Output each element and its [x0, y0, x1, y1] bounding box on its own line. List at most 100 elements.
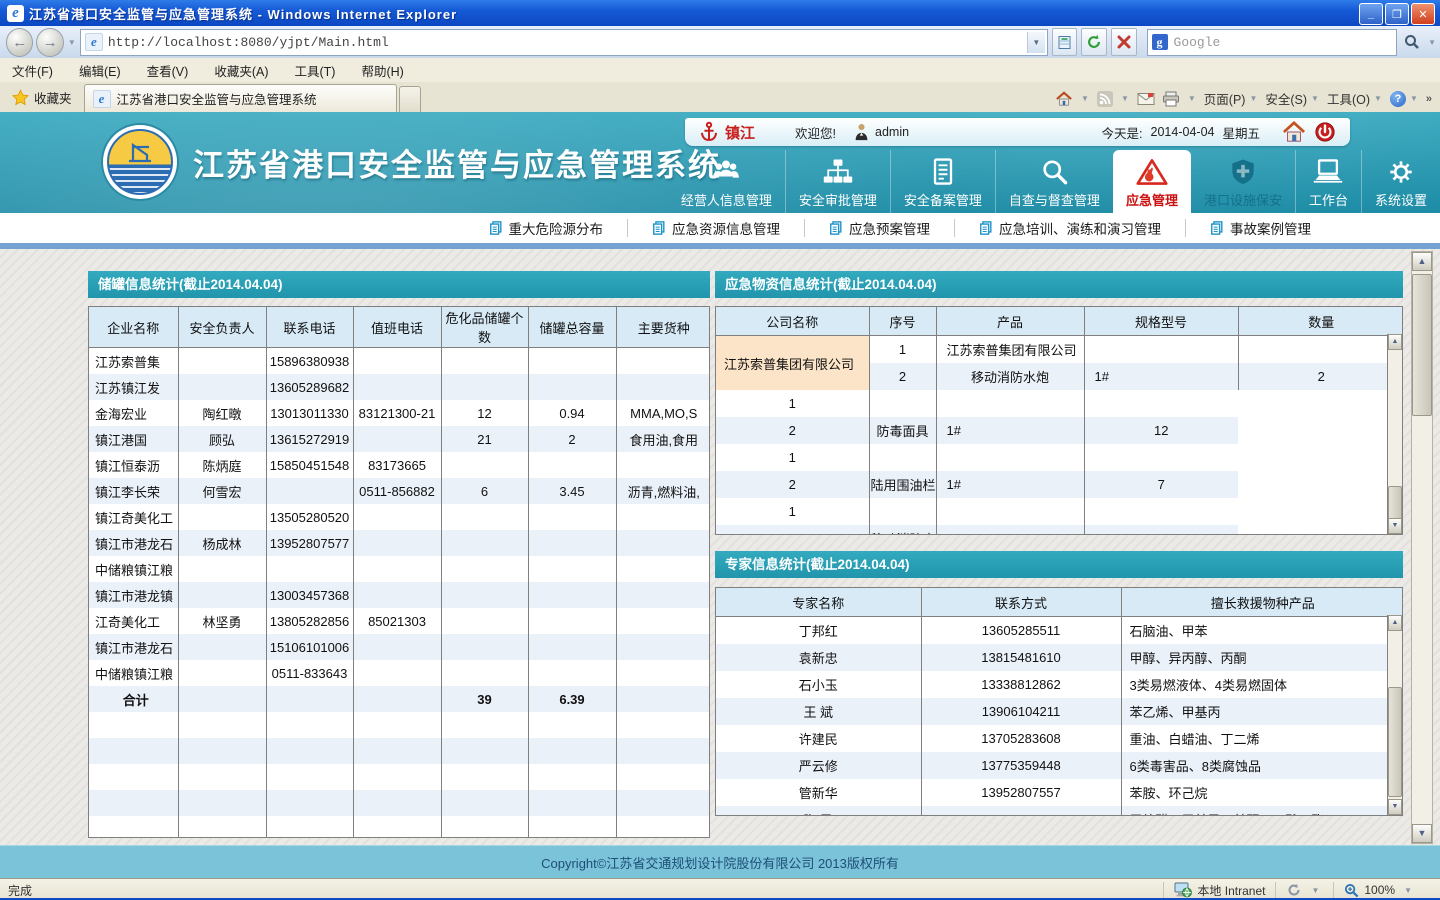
scroll-down-button[interactable]: ▼ — [1388, 518, 1402, 534]
column-header: 产品 — [936, 307, 1084, 336]
table-row — [89, 764, 710, 790]
home-button[interactable] — [1055, 91, 1073, 107]
user-avatar-icon — [854, 123, 869, 141]
doc-small-icon — [1210, 221, 1224, 235]
subnav-item-3[interactable]: 应急预案管理 — [804, 219, 954, 237]
doc-small-icon — [489, 221, 503, 235]
people-icon — [710, 155, 742, 189]
scroll-track[interactable] — [1388, 348, 1402, 520]
close-button[interactable]: ✕ — [1411, 3, 1435, 25]
scroll-down-button[interactable]: ▼ — [1388, 799, 1402, 815]
new-tab-stub[interactable] — [399, 86, 421, 112]
nav-item-label: 经营人信息管理 — [681, 190, 772, 209]
address-bar: ← → ▼ e http://localhost:8080/yjpt/Main.… — [0, 26, 1440, 59]
search-box[interactable]: g Google — [1147, 29, 1397, 56]
subnav-item-1[interactable]: 重大危险源分布 — [465, 219, 628, 237]
subnav-item-4[interactable]: 应急培训、演练和演习管理 — [954, 219, 1185, 237]
gear-icon — [1385, 155, 1417, 189]
scroll-thumb[interactable] — [1388, 486, 1402, 520]
mail-icon — [1137, 92, 1155, 106]
refresh-button[interactable] — [1081, 28, 1107, 56]
table-row: 镇江市港龙石15106101006 — [89, 634, 710, 660]
supplies-panel: 应急物资信息统计(截止2014.04.04) 公司名称序号产品规格型号数量 江苏… — [715, 271, 1403, 535]
region-label: 镇江 — [725, 122, 755, 143]
menu-bar: 文件(F) 编辑(E) 查看(V) 收藏夹(A) 工具(T) 帮助(H) — [0, 58, 1440, 83]
home-shortcut-button[interactable] — [1282, 121, 1306, 143]
protected-mode-control[interactable]: ▼ — [1275, 882, 1333, 898]
nav-item-1[interactable]: 经营人信息管理 — [668, 150, 785, 213]
mail-button[interactable] — [1137, 92, 1155, 106]
experts-scrollbar[interactable]: ▲ ▼ — [1387, 615, 1402, 815]
scroll-thumb[interactable] — [1412, 274, 1432, 416]
table-row: 2防毒面具1#12 — [716, 417, 1403, 444]
supplies-scrollbar[interactable]: ▲ ▼ — [1387, 334, 1402, 534]
menu-item-6[interactable]: 帮助(H) — [361, 61, 403, 80]
window-title: 江苏省港口安全监管与应急管理系统 - Windows Internet Expl… — [29, 4, 457, 23]
url-dropdown-icon[interactable]: ▼ — [1027, 32, 1045, 53]
logout-button[interactable] — [1314, 121, 1336, 143]
nav-item-4[interactable]: 自查与督查管理 — [995, 150, 1113, 213]
doc-small-icon — [979, 221, 993, 235]
nav-item-7[interactable]: 工作台 — [1295, 150, 1361, 213]
table-row: 丁邦红13605285511石脑油、甲苯 — [716, 617, 1403, 645]
nav-item-6[interactable]: 港口设施保安 — [1191, 150, 1295, 213]
home-dropdown-icon[interactable]: ▼ — [1081, 94, 1089, 103]
restore-button[interactable]: ❐ — [1385, 3, 1409, 25]
scroll-track[interactable] — [1412, 269, 1432, 826]
print-dropdown-icon[interactable]: ▼ — [1188, 94, 1196, 103]
feeds-button[interactable] — [1097, 91, 1113, 107]
compatibility-button[interactable] — [1052, 28, 1078, 56]
nav-item-2[interactable]: 安全审批管理 — [785, 150, 890, 213]
scroll-down-button[interactable]: ▼ — [1412, 824, 1432, 843]
site-logo — [103, 125, 177, 199]
security-menu[interactable]: 安全(S)▼ — [1265, 89, 1320, 108]
print-button[interactable] — [1162, 91, 1180, 107]
menu-item-3[interactable]: 查看(V) — [147, 61, 189, 80]
table-row: 江奇美化工林坚勇1380528285685021303 — [89, 608, 710, 634]
page-content: 储罐信息统计(截止2014.04.04) 企业名称安全负责人联系电话值班电话危化… — [0, 249, 1440, 845]
subnav-item-label: 重大危险源分布 — [509, 218, 604, 238]
menu-item-1[interactable]: 文件(F) — [12, 61, 53, 80]
status-text: 完成 — [0, 882, 32, 899]
page-menu[interactable]: 页面(P)▼ — [1204, 89, 1259, 108]
table-row: 合计396.39 — [89, 686, 710, 712]
column-header: 序号 — [869, 307, 936, 336]
history-dropdown-icon[interactable]: ▼ — [68, 38, 76, 47]
help-menu[interactable]: ?▼ — [1390, 91, 1419, 107]
stop-button[interactable] — [1111, 28, 1137, 56]
subnav-item-2[interactable]: 应急资源信息管理 — [627, 219, 804, 237]
page-scrollbar[interactable]: ▲ ▼ — [1411, 251, 1433, 844]
menu-item-4[interactable]: 收藏夹(A) — [214, 61, 268, 80]
window-titlebar[interactable]: e 江苏省港口安全监管与应急管理系统 - Windows Internet Ex… — [0, 0, 1440, 26]
favorites-button[interactable]: 收藏夹 — [12, 88, 72, 107]
column-header: 联系方式 — [921, 588, 1121, 617]
search-options-icon[interactable]: ▼ — [1428, 38, 1436, 47]
doc-small-icon — [652, 221, 666, 235]
search-go-button[interactable] — [1401, 29, 1425, 55]
nav-item-5[interactable]: 应急管理 — [1113, 150, 1191, 213]
minimize-button[interactable]: _ — [1359, 3, 1383, 25]
table-row: 王 斌13906104211苯乙烯、甲基丙 — [716, 698, 1403, 725]
scroll-track[interactable] — [1388, 629, 1402, 801]
feeds-dropdown-icon[interactable]: ▼ — [1121, 94, 1129, 103]
nav-item-label: 安全备案管理 — [904, 190, 982, 209]
overflow-chevron-icon[interactable]: » — [1426, 93, 1432, 105]
menu-item-2[interactable]: 编辑(E) — [79, 61, 121, 80]
forward-button[interactable]: → — [36, 28, 63, 57]
table-row — [89, 712, 710, 738]
search-icon — [1404, 34, 1420, 50]
column-header: 安全负责人 — [178, 307, 266, 348]
scroll-thumb[interactable] — [1388, 687, 1402, 797]
zoom-control[interactable]: 100% ▼ — [1333, 882, 1426, 898]
copyright-text: Copyright©江苏省交通规划设计院股份有限公司 2013版权所有 — [541, 853, 899, 872]
nav-item-3[interactable]: 安全备案管理 — [890, 150, 995, 213]
tools-menu[interactable]: 工具(O)▼ — [1327, 89, 1383, 108]
browser-tab[interactable]: e 江苏省港口安全监管与应急管理系统 — [84, 84, 397, 112]
menu-item-5[interactable]: 工具(T) — [294, 61, 335, 80]
column-header: 专家名称 — [716, 588, 921, 617]
subnav-item-5[interactable]: 事故案例管理 — [1185, 219, 1335, 237]
back-button[interactable]: ← — [6, 28, 33, 57]
column-header: 值班电话 — [353, 307, 441, 348]
url-field[interactable]: e http://localhost:8080/yjpt/Main.html ▼ — [80, 29, 1048, 56]
nav-item-8[interactable]: 系统设置 — [1361, 150, 1440, 213]
